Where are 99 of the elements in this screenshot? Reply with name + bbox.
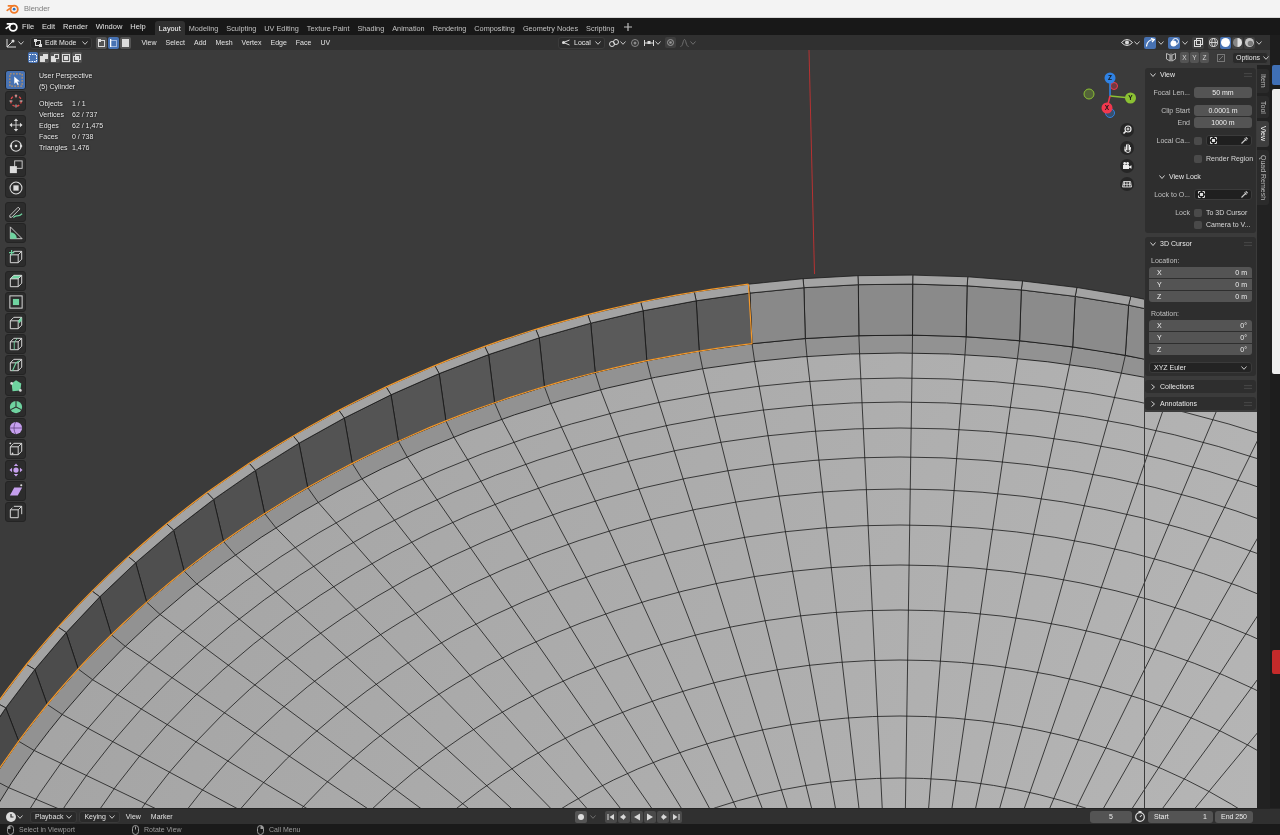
chevron-icon[interactable] bbox=[1150, 71, 1156, 78]
shear-icon[interactable] bbox=[5, 481, 26, 501]
snap-target-icon[interactable] bbox=[644, 38, 654, 47]
rotate-icon[interactable] bbox=[5, 136, 26, 156]
face-select-icon[interactable] bbox=[120, 36, 131, 49]
hand-icon[interactable] bbox=[1120, 141, 1134, 155]
checkbox[interactable] bbox=[1194, 220, 1202, 229]
object-field[interactable] bbox=[1206, 135, 1252, 146]
shrink-fatten-icon[interactable] bbox=[5, 460, 26, 480]
smooth-icon[interactable] bbox=[5, 418, 26, 438]
mouse-icon bbox=[257, 824, 264, 835]
chevron-icon[interactable] bbox=[1150, 400, 1156, 407]
camera-icon[interactable] bbox=[1120, 159, 1134, 173]
caret-icon[interactable] bbox=[82, 40, 88, 45]
zoom-icon[interactable] bbox=[1120, 123, 1134, 137]
gizmo-icon[interactable] bbox=[1144, 36, 1156, 49]
solid-sphere-icon[interactable] bbox=[1220, 36, 1231, 49]
caret-icon[interactable] bbox=[595, 40, 601, 45]
record-icon[interactable] bbox=[575, 810, 587, 823]
extrude-icon[interactable] bbox=[5, 271, 26, 291]
ruler-icon[interactable] bbox=[5, 223, 26, 243]
jump-start-icon[interactable] bbox=[605, 810, 617, 823]
mouse-icon bbox=[7, 824, 14, 835]
logo-icon[interactable] bbox=[5, 21, 18, 32]
caret-icon[interactable] bbox=[1182, 40, 1188, 45]
edge-select-icon[interactable] bbox=[108, 36, 119, 49]
play-reverse-icon[interactable] bbox=[631, 810, 643, 823]
chevron-icon[interactable] bbox=[1150, 240, 1156, 247]
caret-icon[interactable] bbox=[1263, 55, 1270, 60]
xray-icon[interactable] bbox=[1192, 36, 1204, 49]
checkbox[interactable] bbox=[1194, 154, 1202, 163]
select-box-icon[interactable] bbox=[5, 70, 26, 90]
object-field[interactable] bbox=[1194, 189, 1252, 200]
panel-edge bbox=[1272, 650, 1280, 674]
select-intersect-icon[interactable] bbox=[72, 52, 82, 63]
add-cube-icon[interactable] bbox=[5, 247, 26, 267]
proportional-icon[interactable] bbox=[665, 37, 676, 48]
inset-icon[interactable] bbox=[5, 292, 26, 312]
mesh-icon[interactable] bbox=[34, 38, 42, 47]
caret-icon[interactable] bbox=[17, 814, 23, 819]
chevron-icon[interactable] bbox=[1150, 383, 1156, 390]
negative-axis-handle[interactable] bbox=[1110, 82, 1118, 90]
rip-icon[interactable] bbox=[5, 502, 26, 522]
play-icon[interactable] bbox=[644, 810, 656, 823]
loop-cut-icon[interactable] bbox=[5, 334, 26, 354]
caret-icon[interactable] bbox=[66, 814, 73, 819]
poly-build-icon[interactable] bbox=[5, 376, 26, 396]
select-set-icon[interactable] bbox=[28, 52, 38, 63]
logo-icon bbox=[6, 3, 19, 14]
vertex-select-icon[interactable] bbox=[96, 36, 107, 49]
eyedropper-icon[interactable] bbox=[1241, 191, 1248, 198]
negative-axis-handle[interactable] bbox=[1083, 88, 1095, 100]
edge-slide-icon[interactable] bbox=[5, 439, 26, 459]
object-icon[interactable] bbox=[1198, 191, 1205, 198]
wireframe-icon[interactable] bbox=[1208, 36, 1219, 49]
stopwatch-icon[interactable] bbox=[1135, 811, 1145, 822]
scale-icon[interactable] bbox=[5, 157, 26, 177]
select-invert-icon[interactable] bbox=[61, 52, 71, 63]
transform-icon[interactable] bbox=[5, 178, 26, 198]
grid-icon[interactable] bbox=[1120, 177, 1134, 191]
object-icon[interactable] bbox=[1210, 137, 1217, 144]
panel-edge bbox=[1272, 65, 1280, 85]
move-icon[interactable] bbox=[5, 115, 26, 135]
clock-icon[interactable] bbox=[6, 811, 16, 822]
caret-icon[interactable] bbox=[108, 814, 115, 819]
caret-icon[interactable] bbox=[1256, 40, 1262, 45]
plus-icon[interactable] bbox=[624, 22, 633, 31]
pencil-icon[interactable] bbox=[5, 202, 26, 222]
caret-icon[interactable] bbox=[18, 40, 24, 45]
rendered-sphere-icon[interactable] bbox=[1244, 36, 1255, 49]
bevel-icon[interactable] bbox=[5, 313, 26, 333]
caret-icon[interactable] bbox=[1158, 40, 1164, 45]
eye-icon[interactable] bbox=[1121, 38, 1133, 47]
merge-icon[interactable] bbox=[1215, 52, 1226, 63]
viewport[interactable] bbox=[0, 50, 1270, 808]
jump-end-icon[interactable] bbox=[670, 810, 682, 823]
axes-icon[interactable] bbox=[6, 37, 17, 48]
caret-icon[interactable] bbox=[655, 40, 661, 45]
select-subtract-icon[interactable] bbox=[50, 52, 60, 63]
knife-icon[interactable] bbox=[5, 355, 26, 375]
orientation-icon[interactable] bbox=[562, 39, 571, 46]
snap-icon[interactable] bbox=[630, 37, 640, 48]
eyedropper-icon[interactable] bbox=[1241, 137, 1248, 144]
spin-icon[interactable] bbox=[5, 397, 26, 417]
select-extend-icon[interactable] bbox=[39, 52, 49, 63]
caret-icon[interactable] bbox=[1134, 40, 1140, 45]
next-key-icon[interactable] bbox=[657, 810, 669, 823]
chevron-icon[interactable] bbox=[1159, 173, 1165, 180]
previous-key-icon[interactable] bbox=[618, 810, 630, 823]
checkbox[interactable] bbox=[1194, 136, 1202, 145]
caret-icon[interactable] bbox=[620, 40, 626, 45]
overlay-icon[interactable] bbox=[1168, 36, 1180, 49]
chain-icon[interactable] bbox=[609, 38, 619, 47]
material-sphere-icon[interactable] bbox=[1232, 36, 1243, 49]
checkbox[interactable] bbox=[1194, 208, 1202, 217]
mirror-icon[interactable] bbox=[1166, 53, 1176, 62]
mouse-icon bbox=[132, 824, 139, 835]
cursor-icon[interactable] bbox=[5, 91, 26, 111]
caret-icon[interactable] bbox=[1241, 365, 1247, 370]
